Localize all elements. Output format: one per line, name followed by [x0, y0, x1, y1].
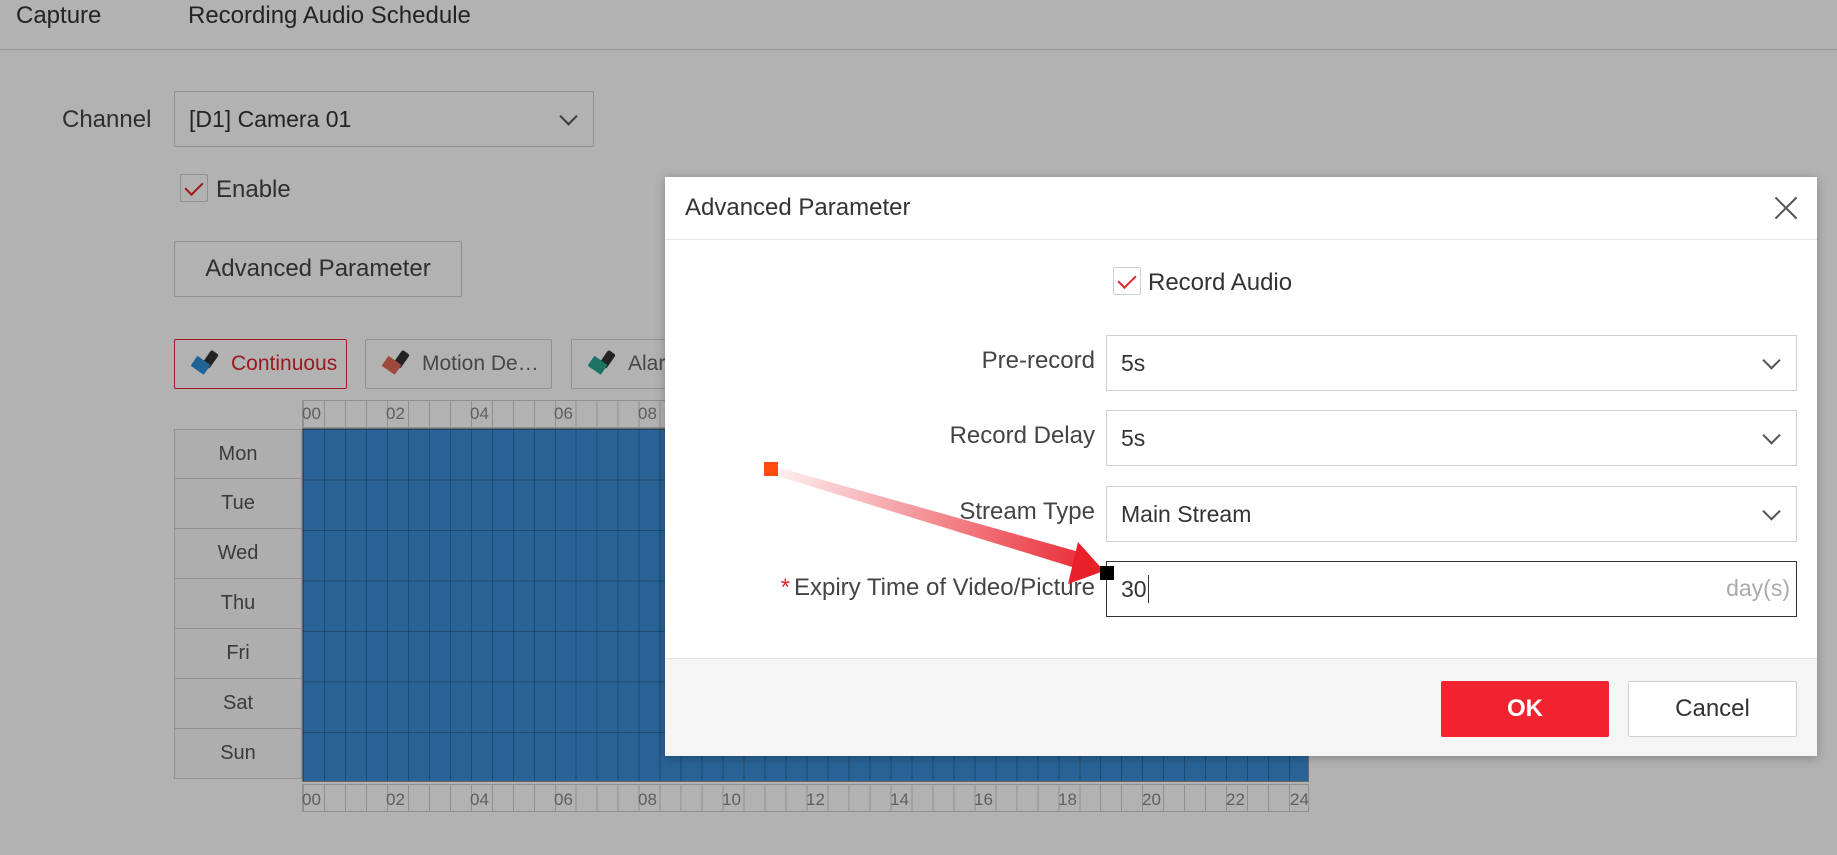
- pre-record-select[interactable]: 5s: [1106, 335, 1797, 391]
- divider: [665, 239, 1817, 240]
- expiry-input[interactable]: 30 day(s): [1106, 561, 1797, 617]
- pre-record-value: 5s: [1121, 349, 1146, 376]
- chevron-down-icon: [1762, 351, 1781, 370]
- chevron-down-icon: [1762, 426, 1781, 445]
- required-mark: *: [780, 574, 790, 601]
- record-delay-value: 5s: [1121, 424, 1146, 451]
- expiry-label: * Expiry Time of Video/Picture: [781, 574, 1095, 602]
- chevron-down-icon: [1762, 502, 1781, 521]
- expiry-label-text: Expiry Time of Video/Picture: [793, 574, 1095, 601]
- cancel-button[interactable]: Cancel: [1628, 681, 1797, 737]
- pre-record-label: Pre-record: [981, 347, 1095, 374]
- record-audio-label: Record Audio: [1148, 269, 1293, 296]
- expiry-unit: day(s): [1726, 575, 1790, 601]
- record-delay-label: Record Delay: [949, 422, 1095, 449]
- close-icon[interactable]: [1771, 193, 1801, 223]
- record-delay-select[interactable]: 5s: [1106, 410, 1797, 466]
- advanced-parameter-dialog: Advanced Parameter Record Audio Pre-reco…: [665, 177, 1817, 756]
- dialog-title: Advanced Parameter: [685, 194, 911, 221]
- expiry-value: 30: [1121, 575, 1147, 602]
- stream-type-value: Main Stream: [1121, 500, 1252, 527]
- ok-button[interactable]: OK: [1441, 681, 1609, 737]
- stream-type-label: Stream Type: [959, 498, 1095, 525]
- stream-type-select[interactable]: Main Stream: [1106, 486, 1797, 542]
- text-caret: [1147, 575, 1150, 603]
- record-audio-checkbox[interactable]: [1113, 267, 1141, 295]
